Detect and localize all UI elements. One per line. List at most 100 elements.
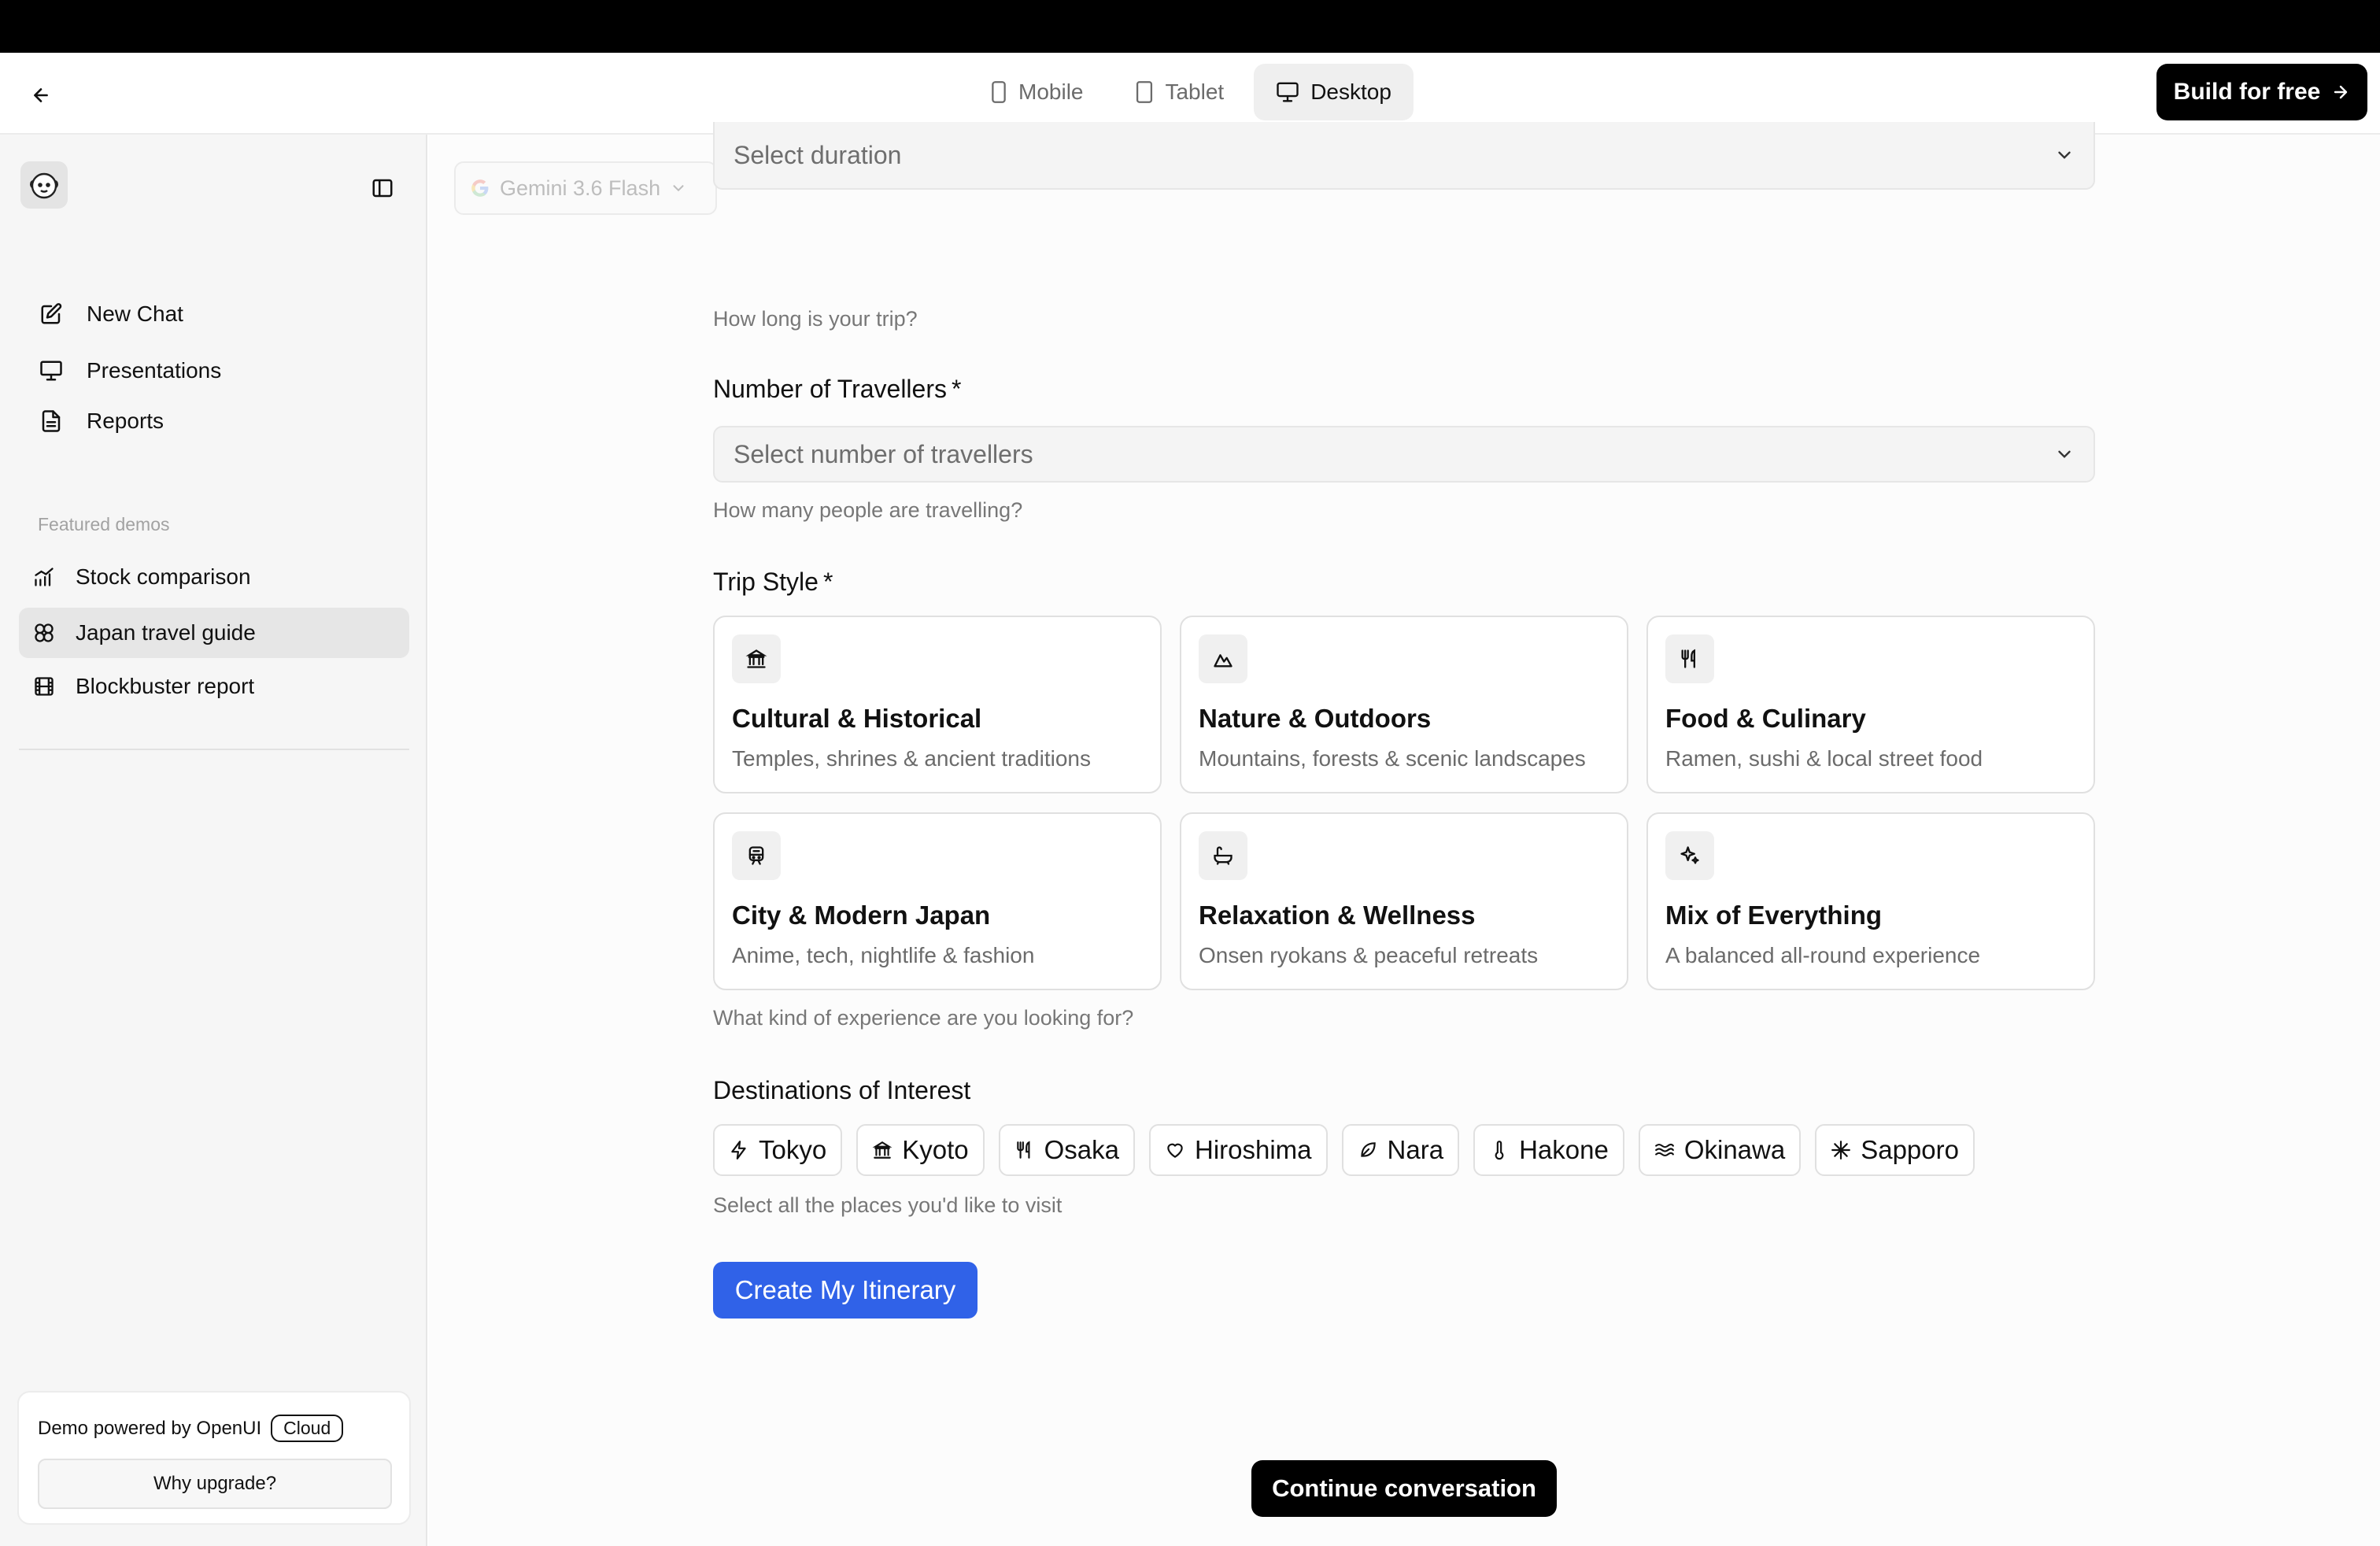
presentation-icon [39, 359, 63, 383]
required-marker: * [951, 375, 962, 403]
tab-desktop-label: Desktop [1310, 80, 1391, 104]
duration-select[interactable]: Select duration [713, 122, 2095, 190]
main-canvas: Gemini 3.6 Flash Select duration How lon… [429, 122, 2380, 1546]
thermometer-icon [1489, 1140, 1510, 1160]
device-tabs: Mobile Tablet Desktop [968, 64, 1414, 120]
nav-new-chat[interactable]: New Chat [39, 292, 183, 336]
destination-chip-nara[interactable]: Nara [1341, 1124, 1460, 1176]
nav-reports[interactable]: Reports [39, 399, 164, 443]
trip-style-title: Food & Culinary [1665, 704, 1866, 733]
trip-style-desc: Onsen ryokans & peaceful retreats [1199, 943, 1539, 967]
build-for-free-button[interactable]: Build for free [2156, 64, 2367, 120]
new-chat-icon [39, 302, 63, 326]
required-marker: * [822, 568, 833, 596]
destination-chips: Tokyo Kyoto Osaka Hiroshima Nara Hakone … [713, 1124, 1975, 1176]
duration-select-placeholder: Select duration [734, 140, 902, 169]
sidebar-divider [19, 749, 409, 750]
trip-style-label: Trip Style * [713, 568, 833, 597]
destination-chip-kyoto[interactable]: Kyoto [856, 1124, 985, 1176]
trip-style-card[interactable]: Nature & Outdoors Mountains, forests & s… [1180, 616, 1628, 793]
destination-chip-okinawa[interactable]: Okinawa [1638, 1124, 1802, 1176]
trip-style-card[interactable]: Relaxation & Wellness Onsen ryokans & pe… [1180, 812, 1628, 990]
demo-blockbuster-report[interactable]: Blockbuster report [19, 661, 409, 712]
destination-chip-hiroshima[interactable]: Hiroshima [1148, 1124, 1328, 1176]
bath-icon [1199, 831, 1247, 880]
heart-icon [1165, 1140, 1185, 1160]
featured-demos-heading: Featured demos [38, 514, 170, 534]
report-icon [39, 409, 63, 433]
trip-style-desc: Ramen, sushi & local street food [1665, 746, 1983, 771]
leaf-icon [1358, 1140, 1378, 1160]
create-itinerary-button[interactable]: Create My Itinerary [713, 1262, 978, 1319]
zap-icon [729, 1140, 749, 1160]
utensils-icon [1014, 1140, 1035, 1160]
trip-style-label-text: Trip Style [713, 568, 819, 596]
travellers-help: How many people are travelling? [713, 498, 1023, 522]
snowflake-icon [1831, 1140, 1851, 1160]
trip-style-title: Nature & Outdoors [1199, 704, 1432, 733]
waves-icon [1654, 1140, 1675, 1160]
logo[interactable] [20, 161, 68, 209]
trip-style-title: Relaxation & Wellness [1199, 901, 1476, 930]
chart-icon [33, 566, 55, 588]
trip-style-desc: Temples, shrines & ancient traditions [732, 746, 1091, 771]
train-icon [732, 831, 781, 880]
nav-presentations[interactable]: Presentations [39, 349, 221, 393]
travellers-select-placeholder: Select number of travellers [734, 439, 1033, 468]
demo-stock-comparison-label: Stock comparison [76, 564, 251, 589]
logo-icon [27, 168, 61, 202]
promo-text: Demo powered by OpenUI Cloud [38, 1415, 344, 1442]
travellers-select[interactable]: Select number of travellers [713, 426, 2095, 483]
destinations-label: Destinations of Interest [713, 1076, 971, 1104]
demo-japan-travel-guide[interactable]: Japan travel guide [19, 608, 409, 658]
chevron-down-icon [670, 179, 687, 197]
model-name: Gemini 3.6 Flash [500, 176, 661, 200]
promo-powered-by: Demo powered by OpenUI [38, 1417, 262, 1439]
trip-style-card[interactable]: Food & Culinary Ramen, sushi & local str… [1646, 616, 2095, 793]
travellers-label: Number of Travellers * [713, 375, 961, 404]
trip-style-title: City & Modern Japan [732, 901, 991, 930]
nav-presentations-label: Presentations [87, 358, 222, 383]
utensils-icon [1665, 634, 1714, 683]
sparkles-icon [1665, 831, 1714, 880]
globe-icon [33, 622, 55, 644]
back-button[interactable] [24, 78, 58, 113]
tab-desktop[interactable]: Desktop [1254, 64, 1414, 120]
trip-style-help: What kind of experience are you looking … [713, 1006, 1134, 1030]
destination-chip-hakone[interactable]: Hakone [1473, 1124, 1624, 1176]
chip-label: Sapporo [1861, 1135, 1959, 1164]
trip-style-card[interactable]: City & Modern Japan Anime, tech, nightli… [713, 812, 1162, 990]
landmark-icon [872, 1140, 893, 1160]
demo-stock-comparison[interactable]: Stock comparison [19, 552, 409, 602]
destination-chip-osaka[interactable]: Osaka [998, 1124, 1135, 1176]
continue-conversation-button[interactable]: Continue conversation [1251, 1460, 1557, 1517]
sidebar-toggle-button[interactable] [367, 172, 398, 204]
chip-label: Tokyo [759, 1135, 827, 1164]
nav-reports-label: Reports [87, 409, 164, 433]
film-icon [33, 675, 55, 697]
destination-chip-tokyo[interactable]: Tokyo [713, 1124, 843, 1176]
tablet-icon [1135, 81, 1154, 103]
chip-label: Hiroshima [1194, 1135, 1312, 1164]
openui-promo-card: Demo powered by OpenUI Cloud Why upgrade… [17, 1391, 411, 1525]
trip-style-card[interactable]: Mix of Everything A balanced all-round e… [1646, 812, 2095, 990]
arrow-left-icon [31, 85, 51, 105]
demo-blockbuster-report-label: Blockbuster report [76, 674, 255, 698]
tab-tablet-label: Tablet [1165, 80, 1225, 104]
destination-chip-sapporo[interactable]: Sapporo [1815, 1124, 1975, 1176]
chip-label: Kyoto [902, 1135, 969, 1164]
tab-tablet[interactable]: Tablet [1113, 64, 1246, 120]
google-icon [470, 178, 490, 198]
trip-style-card[interactable]: Cultural & Historical Temples, shrines &… [713, 616, 1162, 793]
os-top-bar [0, 0, 2380, 53]
model-selector[interactable]: Gemini 3.6 Flash [454, 161, 717, 215]
sidebar: New Chat Presentations Reports Featured … [0, 135, 427, 1546]
arrow-right-icon [2331, 83, 2350, 102]
why-upgrade-button[interactable]: Why upgrade? [38, 1459, 392, 1509]
trip-style-title: Mix of Everything [1665, 901, 1883, 930]
chevron-down-icon [2054, 444, 2075, 464]
sidebar-panel-icon [371, 176, 394, 200]
chip-label: Hakone [1519, 1135, 1609, 1164]
desktop-icon [1276, 81, 1299, 103]
tab-mobile[interactable]: Mobile [968, 64, 1105, 120]
